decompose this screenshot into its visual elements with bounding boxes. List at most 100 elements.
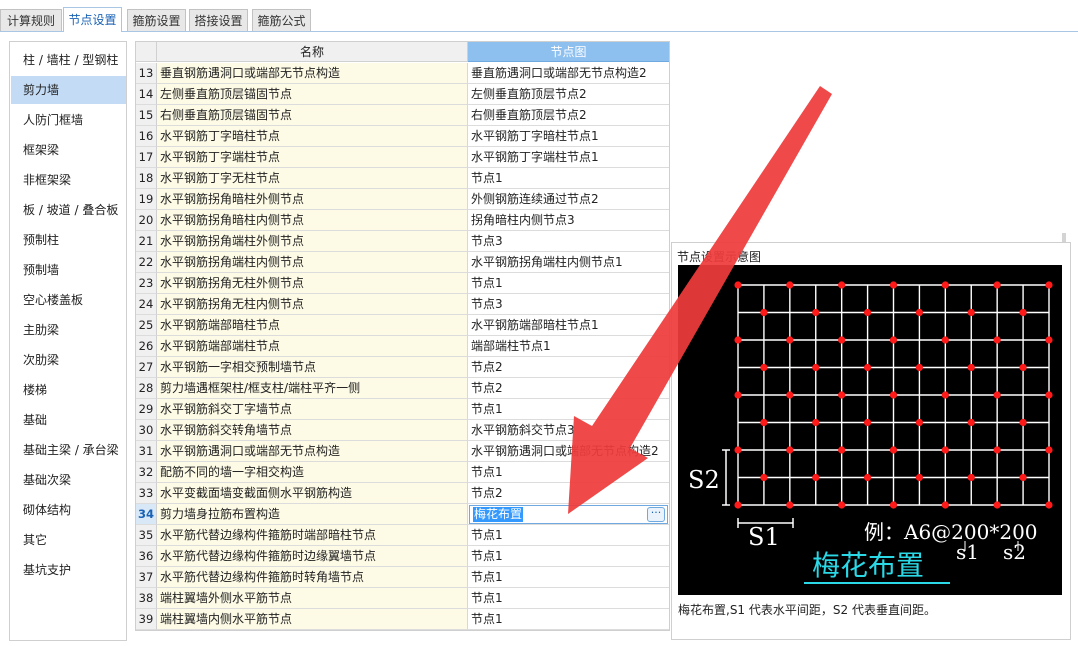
tab-stirrup-formula[interactable]: 箍筋公式 [252, 9, 311, 31]
row-node-value[interactable]: 端部端柱节点1 [468, 336, 669, 357]
table-row[interactable]: 23 水平钢筋拐角无柱外侧节点 节点1 [136, 273, 669, 294]
table-row[interactable]: 29 水平钢筋斜交丁字墙节点 节点1 [136, 399, 669, 420]
table-row[interactable]: 32 配筋不同的墙一字相交构造 节点1 [136, 462, 669, 483]
sidebar-item-hollow-floor-slab[interactable]: 空心楼盖板 [11, 286, 126, 314]
sidebar-item-main-rib-beam[interactable]: 主肋梁 [11, 316, 126, 344]
tie-bar-dot [760, 363, 768, 372]
table-row[interactable]: 35 水平筋代替边缘构件箍筋时端部暗柱节点 节点1 [136, 525, 669, 546]
sidebar-item-non-frame-beam[interactable]: 非框架梁 [11, 166, 126, 194]
ellipsis-button[interactable]: ··· [647, 507, 665, 522]
row-node-value[interactable]: 节点1 [468, 588, 669, 609]
sidebar-item-pit-support[interactable]: 基坑支护 [11, 556, 126, 584]
row-name: 端柱翼墙外侧水平筋节点 [157, 588, 468, 609]
row-node-value[interactable]: 水平钢筋丁字端柱节点1 [468, 147, 669, 168]
table-row[interactable]: 37 水平筋代替边缘构件箍筋时转角墙节点 节点1 [136, 567, 669, 588]
table-row[interactable]: 31 水平钢筋遇洞口或端部无节点构造 水平钢筋遇洞口或端部无节点构造2 [136, 441, 669, 462]
sidebar-item-other[interactable]: 其它 [11, 526, 126, 554]
row-name: 水平钢筋端部端柱节点 [157, 336, 468, 357]
row-node-value[interactable]: 节点2 [468, 357, 669, 378]
tie-bar-dot [889, 281, 898, 289]
row-node-value[interactable]: 外侧钢筋连续通过节点2 [468, 189, 669, 210]
sidebar-item-foundation[interactable]: 基础 [11, 406, 126, 434]
sidebar-item-stair[interactable]: 楼梯 [11, 376, 126, 404]
row-number: 14 [136, 84, 157, 105]
table-row[interactable]: 36 水平筋代替边缘构件箍筋时边缘翼墙节点 节点1 [136, 546, 669, 567]
row-node-value[interactable]: 水平钢筋拐角端柱内侧节点1 [468, 252, 669, 273]
sidebar-item-masonry[interactable]: 砌体结构 [11, 496, 126, 524]
sidebar-item-secondary-rib-beam[interactable]: 次肋梁 [11, 346, 126, 374]
tab-calc-rules[interactable]: 计算规则 [0, 9, 62, 31]
tie-bar-dot [760, 308, 768, 317]
node-edit-value[interactable]: 梅花布置 [473, 507, 524, 522]
sidebar-item-precast-column[interactable]: 预制柱 [11, 226, 126, 254]
node-edit-field[interactable]: 梅花布置 ··· [469, 505, 668, 524]
row-node-value[interactable]: 节点1 [468, 273, 669, 294]
row-node-value[interactable]: 节点1 [468, 399, 669, 420]
plum-blossom-diagram: S2 S1 例：A6@200*200 s1 s2 梅花布置 [688, 281, 1053, 584]
row-node-value[interactable]: 节点2 [468, 378, 669, 399]
tab-node-settings[interactable]: 节点设置 [63, 7, 122, 32]
grid-header-node[interactable]: 节点图 [468, 42, 669, 62]
row-number: 18 [136, 168, 157, 189]
table-row[interactable]: 28 剪力墙遇框架柱/框支柱/端柱平齐一侧 节点2 [136, 378, 669, 399]
row-number: 37 [136, 567, 157, 588]
row-node-value[interactable]: 节点1 [468, 462, 669, 483]
table-row[interactable]: 19 水平钢筋拐角暗柱外侧节点 外侧钢筋连续通过节点2 [136, 189, 669, 210]
row-node-value[interactable]: 水平钢筋端部暗柱节点1 [468, 315, 669, 336]
row-number: 36 [136, 546, 157, 567]
sidebar-item-foundation-secondary-beam[interactable]: 基础次梁 [11, 466, 126, 494]
row-node-value[interactable]: 节点3 [468, 294, 669, 315]
row-node-value[interactable]: 右侧垂直筋顶层节点2 [468, 105, 669, 126]
preview-diagram: S2 S1 例：A6@200*200 s1 s2 梅花布置 [678, 265, 1062, 595]
row-name: 水平钢筋遇洞口或端部无节点构造 [157, 441, 468, 462]
sidebar-item-civil-defense-door-wall[interactable]: 人防门框墙 [11, 106, 126, 134]
s1-label: S1 [748, 523, 780, 551]
sidebar-item-shear-wall[interactable]: 剪力墙 [11, 76, 126, 104]
table-row[interactable]: 14 左侧垂直筋顶层锚固节点 左侧垂直筋顶层节点2 [136, 84, 669, 105]
table-row[interactable]: 30 水平钢筋斜交转角墙节点 水平钢筋斜交节点3 [136, 420, 669, 441]
sidebar-item-frame-beam[interactable]: 框架梁 [11, 136, 126, 164]
sidebar-item-slab-ramp[interactable]: 板 / 坡道 / 叠合板 [11, 196, 126, 224]
row-name: 水平钢筋丁字端柱节点 [157, 147, 468, 168]
table-row[interactable]: 27 水平钢筋一字相交预制墙节点 节点2 [136, 357, 669, 378]
grid-header-num [136, 42, 157, 62]
row-name: 水平钢筋拐角暗柱内侧节点 [157, 210, 468, 231]
sidebar-item-precast-wall[interactable]: 预制墙 [11, 256, 126, 284]
row-node-value[interactable]: 拐角暗柱内侧节点3 [468, 210, 669, 231]
table-row[interactable]: 34 剪力墙身拉筋布置构造 梅花布置 ··· [136, 504, 669, 525]
table-row[interactable]: 20 水平钢筋拐角暗柱内侧节点 拐角暗柱内侧节点3 [136, 210, 669, 231]
sidebar-item-foundation-main-beam[interactable]: 基础主梁 / 承台梁 [11, 436, 126, 464]
row-node-value[interactable]: 节点1 [468, 546, 669, 567]
tab-stirrup-settings[interactable]: 箍筋设置 [127, 9, 186, 31]
table-row[interactable]: 24 水平钢筋拐角无柱内侧节点 节点3 [136, 294, 669, 315]
row-name: 水平钢筋拐角暗柱外侧节点 [157, 189, 468, 210]
tie-bar-dot [812, 363, 820, 372]
table-row[interactable]: 16 水平钢筋丁字暗柱节点 水平钢筋丁字暗柱节点1 [136, 126, 669, 147]
table-row[interactable]: 15 右侧垂直筋顶层锚固节点 右侧垂直筋顶层节点2 [136, 105, 669, 126]
table-row[interactable]: 25 水平钢筋端部暗柱节点 水平钢筋端部暗柱节点1 [136, 315, 669, 336]
row-node-value[interactable]: 节点2 [468, 483, 669, 504]
table-row[interactable]: 38 端柱翼墙外侧水平筋节点 节点1 [136, 588, 669, 609]
table-row[interactable]: 21 水平钢筋拐角端柱外侧节点 节点3 [136, 231, 669, 252]
row-node-value[interactable]: 水平钢筋遇洞口或端部无节点构造2 [468, 441, 669, 462]
table-row[interactable]: 33 水平变截面墙变截面侧水平钢筋构造 节点2 [136, 483, 669, 504]
row-node-value[interactable]: 节点1 [468, 567, 669, 588]
row-node-value[interactable]: 水平钢筋丁字暗柱节点1 [468, 126, 669, 147]
row-node-value[interactable]: 节点1 [468, 609, 669, 630]
row-node-value[interactable]: 节点3 [468, 231, 669, 252]
table-row[interactable]: 18 水平钢筋丁字无柱节点 节点1 [136, 168, 669, 189]
sidebar-item-column[interactable]: 柱 / 墙柱 / 型钢柱 [11, 46, 126, 74]
tie-bar-dot [993, 446, 1001, 454]
table-row[interactable]: 26 水平钢筋端部端柱节点 端部端柱节点1 [136, 336, 669, 357]
row-node-value[interactable]: 垂直筋遇洞口或端部无节点构造2 [468, 63, 669, 84]
table-row[interactable]: 13 垂直钢筋遇洞口或端部无节点构造 垂直筋遇洞口或端部无节点构造2 [136, 63, 669, 84]
row-node-value[interactable]: 节点1 [468, 168, 669, 189]
grid-header-name[interactable]: 名称 [157, 42, 468, 62]
table-row[interactable]: 17 水平钢筋丁字端柱节点 水平钢筋丁字端柱节点1 [136, 147, 669, 168]
table-row[interactable]: 39 端柱翼墙内侧水平筋节点 节点1 [136, 609, 669, 630]
row-node-value[interactable]: 节点1 [468, 525, 669, 546]
tab-lap-settings[interactable]: 搭接设置 [189, 9, 248, 31]
row-node-value[interactable]: 水平钢筋斜交节点3 [468, 420, 669, 441]
table-row[interactable]: 22 水平钢筋拐角端柱内侧节点 水平钢筋拐角端柱内侧节点1 [136, 252, 669, 273]
row-node-value[interactable]: 左侧垂直筋顶层节点2 [468, 84, 669, 105]
